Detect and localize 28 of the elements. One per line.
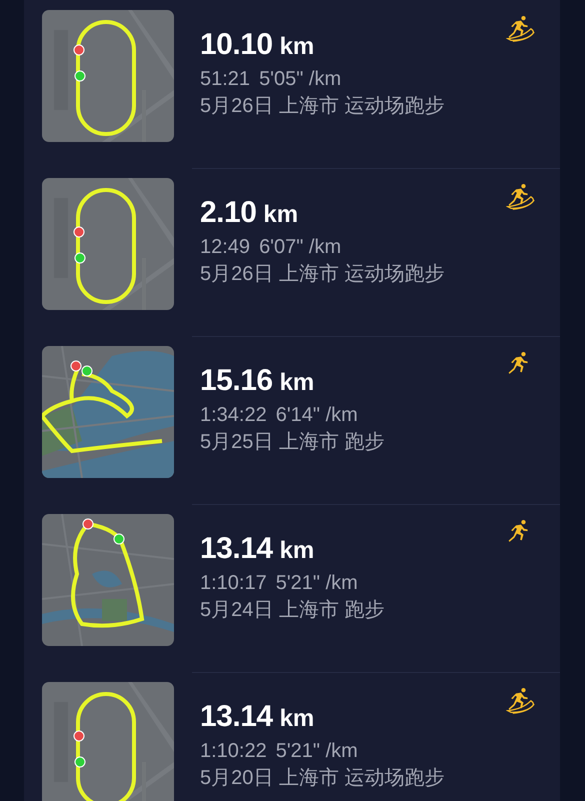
duration-text: 1:10:17 <box>200 571 267 596</box>
pace-text: 6'14" /km <box>276 403 358 428</box>
date-location-text: 5月26日 上海市 运动场跑步 <box>200 94 446 119</box>
distance-unit: km <box>280 537 314 565</box>
duration-text: 1:34:22 <box>200 403 267 428</box>
date-location-text: 5月25日 上海市 跑步 <box>200 430 386 455</box>
duration-text: 51:21 <box>200 67 250 92</box>
distance-unit: km <box>280 33 314 61</box>
pace-text: 5'21" /km <box>276 571 358 596</box>
runner-on-track-icon <box>506 182 536 210</box>
date-location-text: 5月26日 上海市 运动场跑步 <box>200 262 446 287</box>
runner-on-track-icon <box>506 686 536 714</box>
pace-text: 5'21" /km <box>276 739 358 764</box>
distance-unit: km <box>280 705 314 733</box>
distance-unit: km <box>263 201 298 229</box>
distance-value: 2.10 <box>200 196 256 230</box>
distance-value: 13.14 <box>200 700 273 734</box>
distance-value: 15.16 <box>200 364 273 398</box>
date-location-text: 5月24日 上海市 跑步 <box>200 598 386 623</box>
date-location-text: 5月20日 上海市 运动场跑步 <box>200 766 446 791</box>
distance-unit: km <box>280 369 314 397</box>
pace-text: 5'05" /km <box>259 67 342 92</box>
pace-text: 6'07" /km <box>259 235 342 260</box>
distance-value: 10.10 <box>200 28 273 62</box>
distance-value: 13.14 <box>200 532 273 566</box>
runner-on-track-icon <box>506 14 536 42</box>
duration-text: 12:49 <box>200 235 250 260</box>
duration-text: 1:10:22 <box>200 739 267 764</box>
